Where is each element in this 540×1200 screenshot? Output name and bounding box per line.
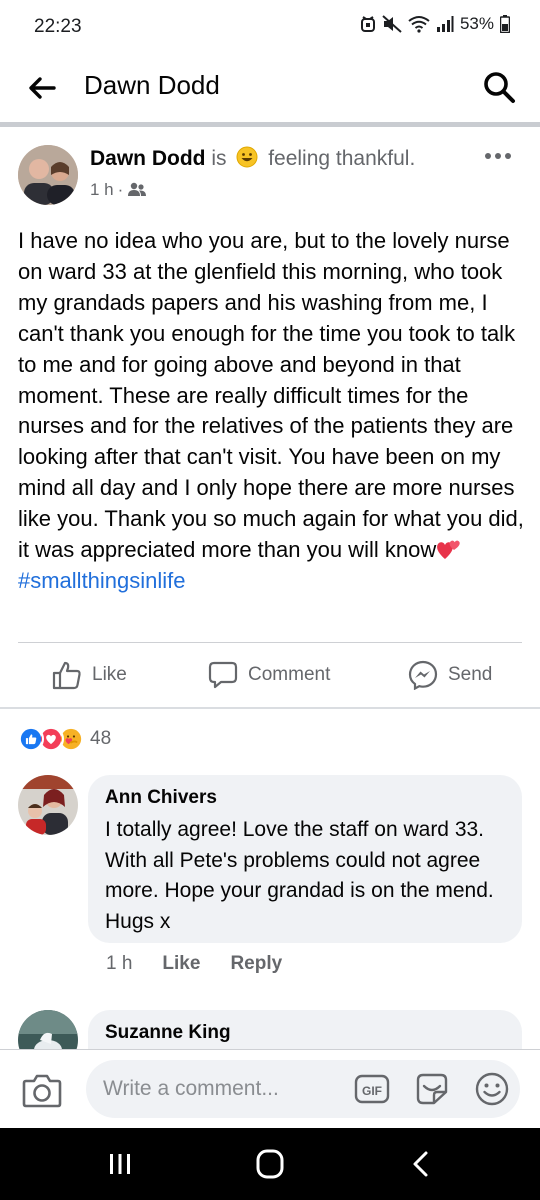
- search-icon[interactable]: [482, 70, 516, 104]
- camera-icon[interactable]: [22, 1072, 62, 1108]
- system-nav-bar: [0, 1128, 540, 1200]
- more-options-icon[interactable]: [484, 146, 512, 166]
- alarm-icon: [360, 16, 375, 32]
- header-divider: [0, 122, 540, 127]
- page-title: Dawn Dodd: [84, 70, 220, 100]
- comment-text: I totally agree! Love the staff on ward …: [105, 818, 494, 933]
- home-icon[interactable]: [250, 1148, 290, 1180]
- reaction-count: 48: [90, 728, 112, 749]
- comment-input[interactable]: [86, 1060, 520, 1118]
- gif-icon[interactable]: GIF: [354, 1072, 390, 1106]
- comment-bubble[interactable]: Ann Chivers I totally agree! Love the st…: [88, 775, 522, 943]
- like-reaction-icon: [18, 726, 44, 752]
- post-is-text: is: [211, 147, 227, 170]
- back-nav-icon[interactable]: [402, 1148, 442, 1180]
- post-author[interactable]: Dawn Dodd: [90, 147, 206, 170]
- avatar-photo: [18, 145, 78, 205]
- mute-icon: [382, 15, 402, 33]
- status-time: 22:23: [34, 16, 82, 37]
- signal-icon: [436, 16, 454, 32]
- post-meta: 1 h ·: [90, 180, 147, 200]
- comment-author[interactable]: Ann Chivers: [105, 787, 504, 809]
- post-feeling: feeling thankful.: [268, 147, 416, 170]
- comment-like-button[interactable]: Like: [162, 953, 200, 975]
- comment-time: 1 h: [106, 953, 133, 974]
- comment-composer: GIF: [0, 1049, 540, 1128]
- section-divider: [0, 707, 540, 709]
- comment-avatar-photo: [18, 775, 78, 835]
- comment-reply-button[interactable]: Reply: [230, 953, 282, 975]
- comment-avatar[interactable]: [18, 775, 78, 835]
- sticker-icon[interactable]: [414, 1072, 450, 1106]
- thumbs-up-icon: [52, 661, 81, 690]
- comment-button[interactable]: Comment: [208, 660, 330, 690]
- battery-percent: 53%: [459, 14, 494, 33]
- post-time[interactable]: 1 h: [90, 180, 114, 200]
- comment-label: Comment: [248, 664, 331, 685]
- status-icons: 53%: [360, 14, 510, 34]
- wifi-icon: [408, 16, 430, 33]
- hashtag-link[interactable]: #smallthingsinlife: [18, 568, 186, 593]
- app-header: Dawn Dodd: [0, 56, 540, 122]
- post-body: I have no idea who you are, but to the l…: [18, 226, 526, 597]
- send-button[interactable]: Send: [408, 660, 492, 690]
- send-label: Send: [448, 664, 493, 685]
- battery-icon: [500, 15, 510, 33]
- action-divider: [18, 642, 522, 643]
- smiling-face-icon: [236, 146, 258, 168]
- reaction-summary[interactable]: 48: [18, 726, 111, 752]
- emoji-icon[interactable]: [474, 1072, 510, 1106]
- post-text: I have no idea who you are, but to the l…: [18, 228, 524, 563]
- comment-author[interactable]: Suzanne King: [105, 1022, 504, 1044]
- two-hearts-icon: [437, 540, 460, 560]
- arrow-left-icon[interactable]: [26, 72, 58, 104]
- status-bar: 22:23 53%: [0, 0, 540, 56]
- avatar[interactable]: [18, 145, 78, 205]
- like-label: Like: [92, 664, 127, 685]
- like-button[interactable]: Like: [52, 660, 127, 690]
- gif-label: GIF: [362, 1084, 382, 1098]
- recent-apps-icon[interactable]: [100, 1148, 140, 1180]
- messenger-icon: [408, 660, 438, 690]
- post-author-line: Dawn Dodd is feeling thankful.: [90, 146, 415, 171]
- meta-separator: ·: [117, 180, 124, 199]
- friends-icon: [128, 182, 147, 196]
- comment-bubble-icon: [208, 661, 238, 689]
- post-action-bar: Like Comment Send: [0, 644, 540, 708]
- comment-actions: 1 h Like Reply: [106, 953, 282, 975]
